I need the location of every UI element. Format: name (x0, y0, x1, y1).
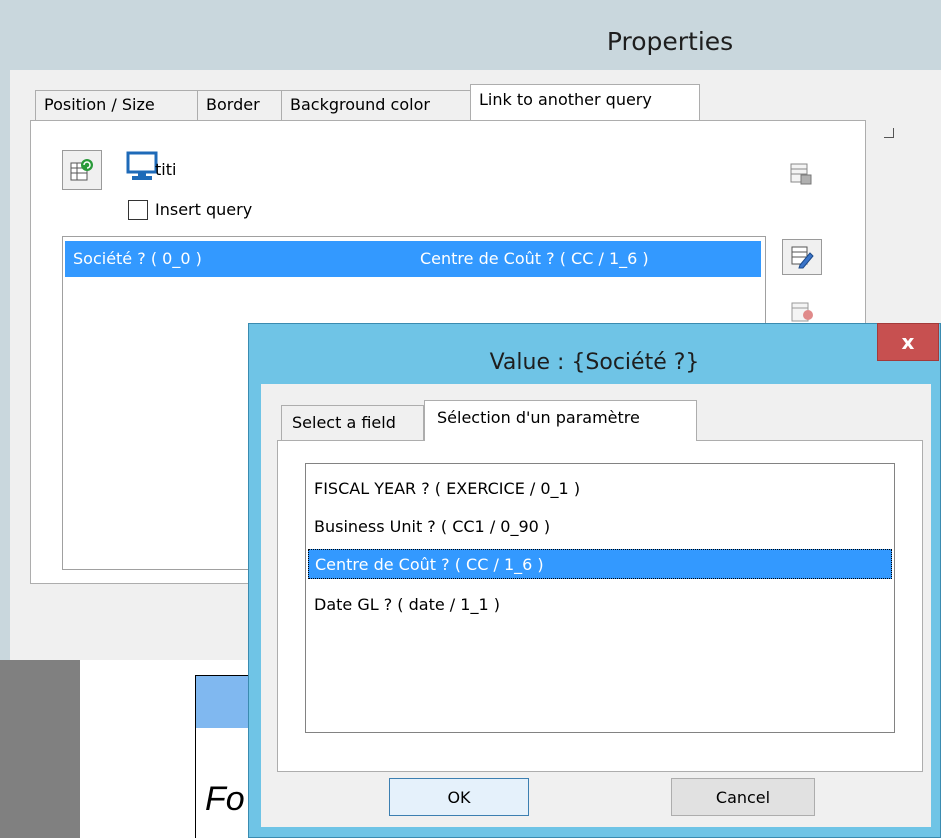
close-button[interactable]: x (877, 323, 939, 361)
tab-select-a-field[interactable]: Select a field (281, 405, 424, 441)
background-partial-text: Fo (205, 780, 245, 818)
table-edit-icon (791, 246, 814, 269)
background-gutter (0, 660, 80, 838)
parameter-item[interactable]: Business Unit ? ( CC1 / 0_90 ) (314, 512, 550, 542)
resize-corner-icon (884, 128, 894, 138)
tab-background-color[interactable]: Background color (281, 90, 471, 120)
ok-button[interactable]: OK (389, 778, 529, 816)
tab-border[interactable]: Border (197, 90, 282, 120)
delete-link-button[interactable] (782, 298, 822, 324)
tab-position-size[interactable]: Position / Size (35, 90, 198, 120)
parameter-item[interactable]: Date GL ? ( date / 1_1 ) (314, 590, 500, 620)
insert-query-checkbox[interactable] (128, 200, 148, 220)
tab-selection-parametre[interactable]: Sélection d'un paramètre (424, 400, 697, 441)
close-icon: x (901, 330, 915, 354)
list-item[interactable]: Société ? ( 0_0 ) Centre de Coût ? ( CC … (65, 241, 761, 277)
properties-title: Properties (606, 27, 734, 56)
dialog-title: Value : {Société ?} (489, 350, 700, 375)
link-source-field: Société ? ( 0_0 ) (73, 249, 202, 268)
query-name-label: titi (155, 160, 177, 179)
table-delete-icon (791, 302, 813, 322)
table-save-icon (790, 163, 812, 185)
parameter-item[interactable]: FISCAL YEAR ? ( EXERCICE / 0_1 ) (314, 474, 580, 504)
parameter-list[interactable]: FISCAL YEAR ? ( EXERCICE / 0_1 ) Busines… (305, 463, 895, 733)
cancel-button[interactable]: Cancel (671, 778, 815, 816)
link-target-field: Centre de Coût ? ( CC / 1_6 ) (420, 249, 649, 268)
query-refresh-icon (70, 159, 93, 181)
select-query-button[interactable] (62, 150, 102, 190)
parameter-item-selected[interactable]: Centre de Coût ? ( CC / 1_6 ) (308, 549, 892, 579)
insert-query-label: Insert query (155, 200, 253, 219)
save-link-button[interactable] (780, 155, 822, 193)
tab-link-to-another-query[interactable]: Link to another query (470, 84, 700, 120)
edit-link-button[interactable] (782, 239, 822, 275)
